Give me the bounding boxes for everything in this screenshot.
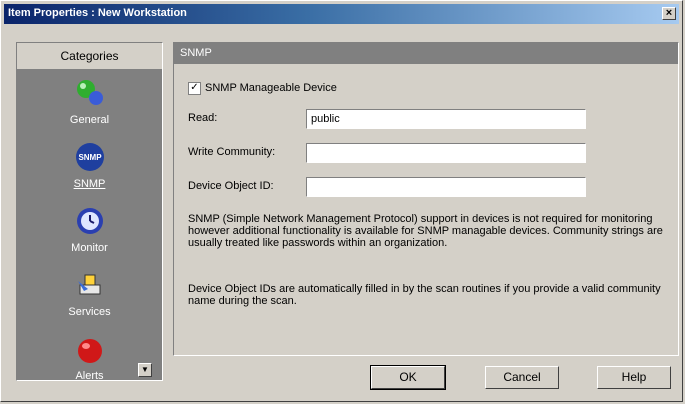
sidebar-item-monitor[interactable]: Monitor [17,199,162,263]
write-community-input[interactable] [306,143,586,163]
sidebar-item-services[interactable]: Services [17,263,162,327]
check-icon: ✓ [190,81,199,93]
close-icon: × [665,7,673,19]
help-button[interactable]: Help [597,366,671,389]
close-button[interactable]: × [662,7,676,20]
snmp-description: SNMP (Simple Network Management Protocol… [188,213,663,249]
sidebar-scroll-down-button[interactable]: ▼ [138,363,152,377]
sidebar-item-label: SNMP [73,178,106,190]
checkbox-box[interactable]: ✓ [188,81,201,95]
properties-dialog: Item Properties : New Workstation × Cate… [0,0,683,402]
device-object-id-label: Device Object ID: [188,180,274,192]
cancel-button[interactable]: Cancel [485,366,559,389]
sidebar-item-label: Monitor [71,242,108,254]
panel-title: SNMP [174,43,678,64]
snmp-manageable-checkbox[interactable]: ✓ SNMP Manageable Device [188,80,337,96]
sidebar-item-snmp[interactable]: SNMP SNMP [17,135,162,199]
write-community-label: Write Community: [188,146,276,158]
monitor-icon [77,208,103,234]
snmp-panel: SNMP ✓ SNMP Manageable Device Read: Write… [173,42,679,356]
snmp-icon: SNMP [76,143,104,171]
window-title: Item Properties : New Workstation [8,7,187,19]
sidebar-item-label: Services [68,306,111,318]
ok-button[interactable]: OK [370,365,446,390]
chevron-down-icon: ▼ [141,365,149,374]
sidebar-item-general[interactable]: General [17,71,162,135]
categories-sidebar: Categories General SNMP SNMP Monitor Ser… [16,42,163,381]
snmp-icon-badge: SNMP [78,153,102,162]
services-icon [78,274,101,295]
title-bar[interactable]: Item Properties : New Workstation × [4,4,679,24]
categories-header: Categories [17,43,162,70]
sidebar-item-label: General [69,114,110,126]
read-community-input[interactable] [306,109,586,129]
snmp-manageable-label: SNMP Manageable Device [205,82,337,94]
read-label: Read: [188,112,218,124]
alerts-icon [78,339,102,363]
general-icon [77,80,103,105]
object-id-description: Device Object IDs are automatically fill… [188,283,661,307]
device-object-id-input[interactable] [306,177,586,197]
